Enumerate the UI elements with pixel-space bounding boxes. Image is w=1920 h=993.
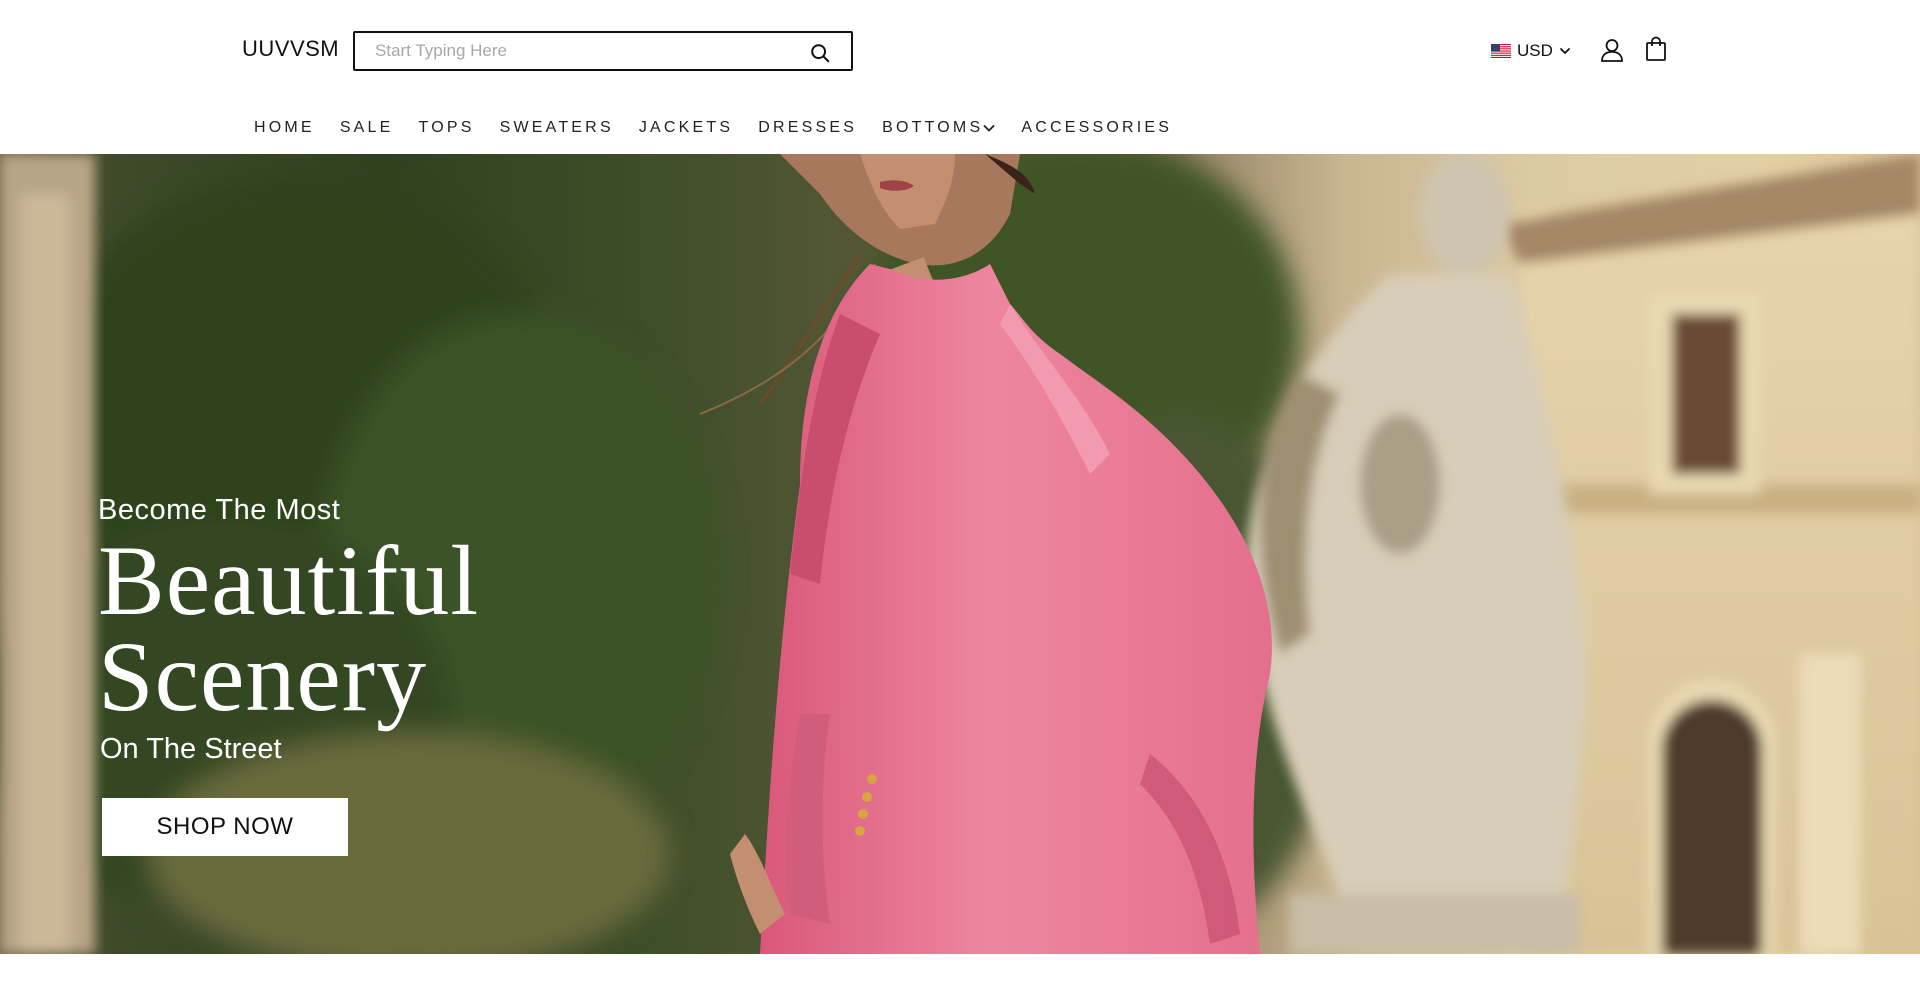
hero-eyebrow: Become The Most <box>98 494 341 526</box>
main-navigation: HOME SALE TOPS SWEATERS JACKETS DRESSES … <box>254 118 1197 138</box>
nav-item-bottoms[interactable]: BOTTOMS <box>882 119 996 137</box>
hero-headline: Beautiful Scenery <box>98 525 480 732</box>
nav-item-bottoms-label: BOTTOMS <box>882 119 984 136</box>
brand-logo[interactable]: UUVVSM <box>242 36 339 62</box>
currency-label: USD <box>1517 41 1553 60</box>
hero-subline: On The Street <box>100 733 282 765</box>
chevron-down-icon <box>1560 48 1570 54</box>
currency-selector[interactable]: USD <box>1491 40 1571 62</box>
hero-headline-line1: Beautiful <box>98 525 480 636</box>
nav-item-sweaters[interactable]: SWEATERS <box>500 119 614 137</box>
shop-now-button[interactable]: SHOP NOW <box>102 798 348 856</box>
hero-headline-line2: Scenery <box>98 621 428 732</box>
nav-item-jackets[interactable]: JACKETS <box>639 119 733 137</box>
page-content-below-hero <box>0 954 1920 993</box>
nav-item-dresses[interactable]: DRESSES <box>758 119 857 137</box>
nav-item-home[interactable]: HOME <box>254 119 315 137</box>
hero-banner: Become The Most Beautiful Scenery On The… <box>0 154 1920 954</box>
search-icon[interactable] <box>809 42 831 64</box>
nav-item-tops[interactable]: TOPS <box>419 119 475 137</box>
nav-item-accessories[interactable]: ACCESSORIES <box>1021 119 1172 137</box>
hero-copy: Become The Most Beautiful Scenery On The… <box>98 494 479 766</box>
nav-item-sale[interactable]: SALE <box>340 119 394 137</box>
search-input[interactable] <box>375 39 795 63</box>
user-icon[interactable] <box>1599 37 1625 63</box>
us-flag-icon <box>1491 44 1511 58</box>
chevron-down-icon <box>983 125 995 132</box>
search-bar <box>353 31 853 71</box>
site-header: UUVVSM USD HOME S <box>0 0 1920 154</box>
shopping-bag-icon[interactable] <box>1644 36 1668 62</box>
